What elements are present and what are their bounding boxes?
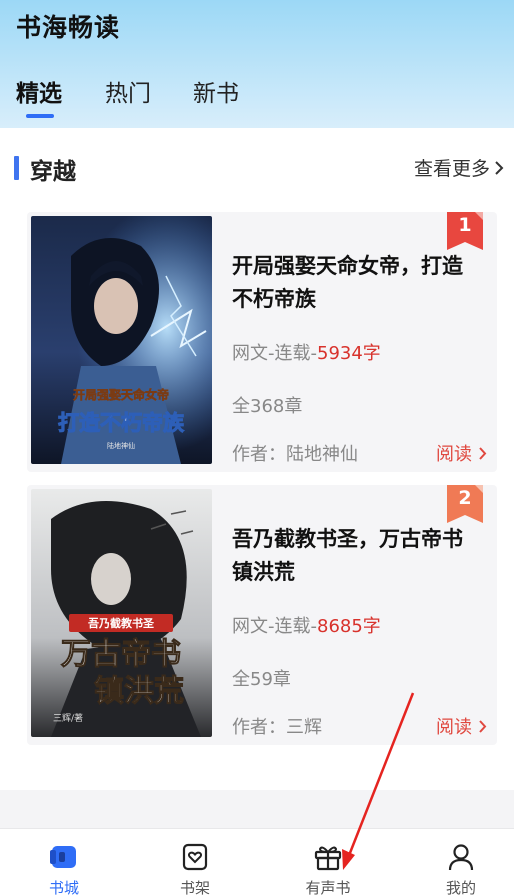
book-category: 网文-连载- bbox=[232, 343, 317, 364]
cover-title-top: 开局强娶天命女帝 bbox=[73, 387, 169, 402]
nav-label: 书城 bbox=[48, 879, 79, 896]
tab-popular[interactable]: 热门 bbox=[105, 74, 151, 108]
cover-title-sub: 镇洪荒 bbox=[94, 674, 184, 709]
app-header: 书海畅读 精选 热门 新书 bbox=[0, 0, 514, 128]
chevron-right-icon bbox=[479, 719, 487, 733]
view-more-link[interactable]: 查看更多 bbox=[414, 154, 504, 181]
book-card[interactable]: 吾乃截教书圣 万古帝书 镇洪荒 三辉/著 2 吾乃截教书圣，万古帝书镇洪荒 网文… bbox=[27, 485, 497, 745]
cover-title-top: 吾乃截教书圣 bbox=[88, 616, 155, 630]
cover-author: 三辉/著 bbox=[53, 712, 83, 724]
cover-title-main: 万古帝书 bbox=[61, 637, 181, 672]
app-title: 书海畅读 bbox=[16, 13, 121, 42]
read-button[interactable]: 阅读 bbox=[436, 440, 487, 466]
book-card[interactable]: 开局强娶天命女帝 打造不朽帝族 陆地神仙 1 开局强娶天命女帝，打造不朽帝族 网… bbox=[27, 212, 497, 472]
active-tab-indicator bbox=[26, 114, 54, 118]
rank-badge: 2 bbox=[447, 485, 483, 523]
chapter-count: 全368章 bbox=[232, 396, 303, 417]
book-author: 作者：三辉 bbox=[232, 717, 322, 738]
rank-badge: 1 bbox=[447, 212, 483, 250]
nav-item-profile[interactable]: 我的 bbox=[397, 829, 514, 896]
book-title[interactable]: 吾乃截教书圣，万古帝书镇洪荒 bbox=[232, 523, 482, 589]
nav-item-audiobook[interactable]: 有声书 bbox=[264, 829, 392, 896]
book-cover[interactable]: 吾乃截教书圣 万古帝书 镇洪荒 三辉/著 bbox=[31, 489, 212, 737]
view-more-label: 查看更多 bbox=[413, 158, 490, 180]
rank-number: 1 bbox=[458, 214, 472, 236]
gift-icon bbox=[314, 846, 342, 871]
chevron-right-icon bbox=[495, 160, 504, 175]
word-count: 8685字 bbox=[317, 616, 381, 637]
read-button[interactable]: 阅读 bbox=[436, 713, 487, 739]
book-author: 作者：陆地神仙 bbox=[232, 444, 358, 465]
read-label: 阅读 bbox=[436, 717, 472, 738]
bookshelf-icon bbox=[182, 843, 208, 871]
nav-label: 有声书 bbox=[305, 879, 351, 896]
book-city-icon bbox=[50, 846, 76, 868]
main-content: 穿越 查看更多 开局强娶天命女帝 打造不朽帝族 陆地神仙 1 开局强娶天命女帝，… bbox=[0, 128, 514, 790]
nav-item-book-city[interactable]: 书城 bbox=[0, 829, 128, 896]
book-category: 网文-连载- bbox=[232, 616, 317, 637]
chevron-right-icon bbox=[479, 446, 487, 460]
word-count: 5934字 bbox=[317, 343, 381, 364]
book-meta: 网文-连载-8685字 bbox=[232, 612, 381, 638]
nav-item-bookshelf[interactable]: 书架 bbox=[131, 829, 259, 896]
person-icon bbox=[448, 844, 474, 871]
section-title: 穿越 bbox=[30, 159, 76, 185]
category-tabs: 精选 热门 新书 bbox=[0, 74, 514, 124]
tab-featured[interactable]: 精选 bbox=[16, 74, 62, 108]
nav-label: 我的 bbox=[445, 879, 476, 896]
book-cover[interactable]: 开局强娶天命女帝 打造不朽帝族 陆地神仙 bbox=[31, 216, 212, 464]
cover-title-main: 打造不朽帝族 bbox=[58, 410, 185, 435]
tab-new-books[interactable]: 新书 bbox=[193, 74, 239, 108]
rank-number: 2 bbox=[458, 487, 472, 509]
read-label: 阅读 bbox=[436, 444, 472, 465]
section-divider bbox=[0, 790, 514, 828]
chapter-count: 全59章 bbox=[232, 669, 291, 690]
section-accent-bar bbox=[14, 156, 19, 180]
book-meta: 网文-连载-5934字 bbox=[232, 339, 381, 365]
book-title[interactable]: 开局强娶天命女帝，打造不朽帝族 bbox=[232, 250, 482, 316]
bottom-navigation: 书城 书架 有声书 我的 bbox=[0, 828, 514, 896]
cover-author: 陆地神仙 bbox=[107, 441, 135, 450]
nav-label: 书架 bbox=[179, 879, 210, 896]
